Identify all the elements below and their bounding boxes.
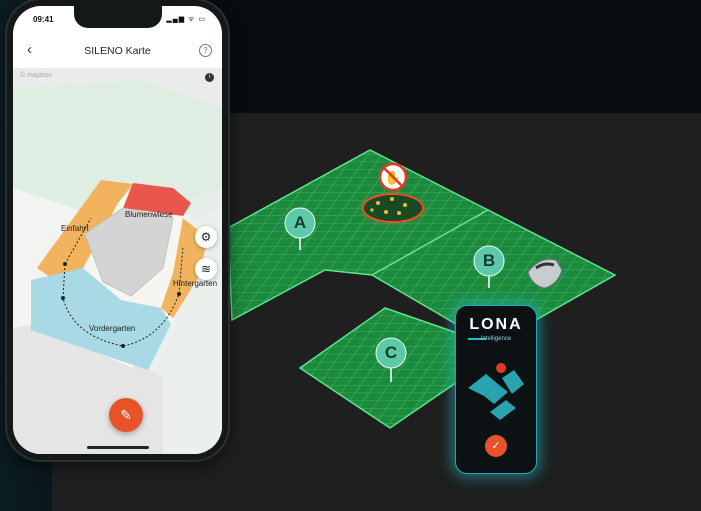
status-icons: ▂▄▆ ᯤ ▭ — [166, 16, 206, 23]
zone-c-label: C — [384, 343, 398, 362]
zone-label-vordergarten[interactable]: Vordergarten — [89, 324, 135, 333]
garden-map-shapes — [13, 68, 222, 454]
lona-phone: LONA Intelligence ✓ — [455, 305, 537, 474]
info-icon[interactable]: i — [205, 73, 214, 82]
lona-subtitle: Intelligence — [480, 336, 512, 342]
edit-button[interactable]: ✎ — [109, 398, 143, 432]
status-time: 09:41 — [33, 15, 54, 24]
lona-map-icon — [468, 363, 524, 420]
page-title: SILENO Karte — [84, 45, 151, 57]
confirm-button[interactable]: ✓ — [485, 435, 507, 457]
zone-label-hintergarten[interactable]: Hintergarten — [173, 279, 217, 288]
layers-icon[interactable]: ≋ — [195, 258, 217, 280]
zone-label-blumenwiese[interactable]: Blumenwiese — [125, 210, 173, 219]
no-mow-icon: ✋ — [378, 162, 408, 192]
zone-label-einfahrt[interactable]: Einfahrt — [61, 224, 89, 233]
home-indicator — [87, 446, 149, 449]
zone-b-label: B — [482, 251, 496, 270]
garden-map[interactable]: © mapbox i Blumenwiese Einfahrt Hinterga… — [13, 68, 222, 454]
nav-bar: ‹ SILENO Karte ? — [13, 34, 222, 68]
lona-logo: LONA — [469, 316, 523, 333]
smartphone: 09:41 ▂▄▆ ᯤ ▭ ‹ SILENO Karte ? © mapbox … — [7, 0, 228, 460]
help-icon[interactable]: ? — [199, 44, 212, 57]
phone-screen: 09:41 ▂▄▆ ᯤ ▭ ‹ SILENO Karte ? © mapbox … — [13, 6, 222, 454]
map-attribution: © mapbox — [20, 72, 53, 79]
phone-notch — [74, 6, 162, 28]
settings-icon[interactable]: ⚙ — [195, 226, 217, 248]
zone-a-label: A — [293, 213, 307, 232]
